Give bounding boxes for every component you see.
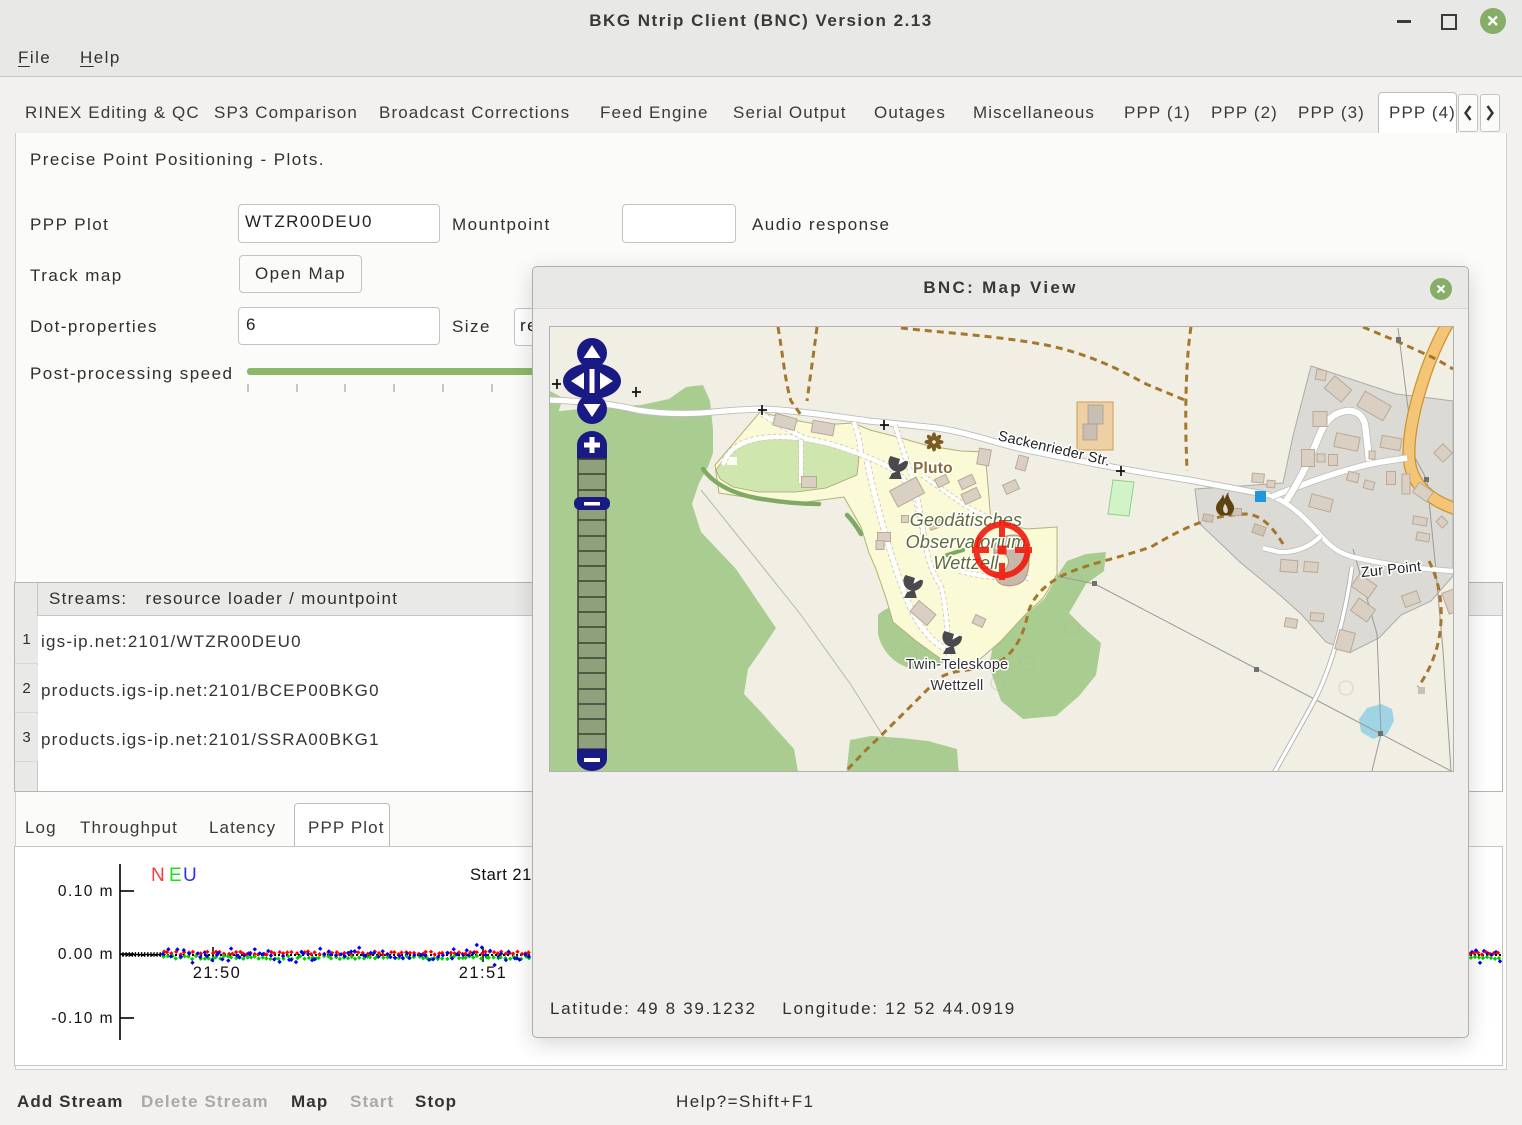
svg-text:Pluto: Pluto: [913, 460, 953, 477]
svg-text:Observatorium: Observatorium: [906, 532, 1027, 552]
svg-text:Twin-Teleskope: Twin-Teleskope: [906, 657, 1009, 673]
svg-text:Wettzell: Wettzell: [931, 678, 984, 694]
